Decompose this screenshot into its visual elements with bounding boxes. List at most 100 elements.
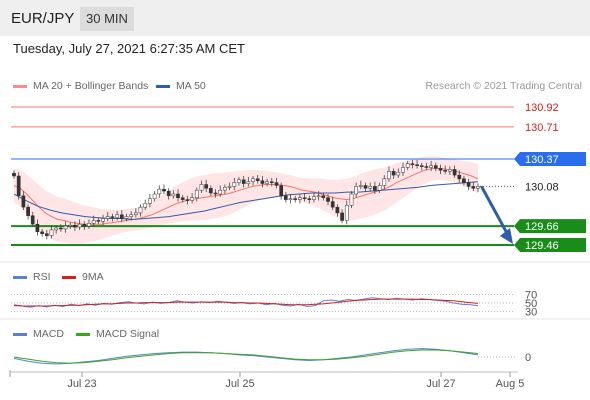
- candle-body: [115, 214, 119, 218]
- forecast-arrow-shaft: [480, 185, 510, 237]
- candle-body: [307, 198, 312, 200]
- candle-body: [91, 220, 96, 224]
- price-label-129.66: 129.66: [514, 219, 586, 234]
- price-label-text: 130.92: [525, 102, 559, 114]
- candle-body: [227, 186, 232, 188]
- candle-body: [199, 184, 204, 191]
- candle-body: [274, 182, 279, 186]
- candle-body: [340, 212, 344, 221]
- candle-body: [190, 197, 194, 201]
- price-label-129.46: 129.46: [514, 238, 586, 252]
- candle-body: [452, 169, 457, 176]
- candle-body: [424, 166, 429, 168]
- candle-body: [82, 223, 87, 227]
- candle-body: [204, 184, 209, 189]
- candle-body: [30, 215, 35, 225]
- candle-body: [429, 165, 433, 168]
- rsi-tick-label: 30: [525, 307, 537, 319]
- candle-body: [171, 193, 176, 197]
- price-label-130.71: 130.71: [525, 122, 559, 134]
- candle-body: [448, 169, 452, 172]
- candle-body: [44, 233, 49, 236]
- candle-body: [363, 185, 368, 189]
- x-tick-label: Jul 27: [426, 378, 455, 390]
- candle-body: [63, 225, 68, 230]
- x-tick-label: Jul 23: [67, 378, 96, 390]
- candle-body: [387, 171, 391, 180]
- price-label-130.37: 130.37: [514, 151, 586, 166]
- candle-body: [246, 181, 251, 184]
- candle-body: [293, 198, 298, 200]
- candle-body: [438, 168, 443, 171]
- candle-body: [349, 193, 354, 206]
- price-label-130.08: 130.08: [525, 181, 559, 193]
- candle-body: [73, 224, 77, 228]
- candle-body: [312, 196, 316, 200]
- candle-body: [368, 186, 373, 189]
- x-tick-label: Aug 5: [496, 378, 525, 390]
- candle-body: [410, 163, 415, 165]
- candle-body: [457, 174, 462, 180]
- candle-body: [415, 164, 419, 166]
- candle-body: [302, 197, 307, 199]
- candle-body: [68, 224, 73, 227]
- candle-body: [255, 178, 260, 181]
- candle-body: [471, 186, 476, 189]
- bollinger-band: [14, 156, 478, 244]
- price-label-text: 129.46: [525, 240, 559, 252]
- price-label-text: 129.66: [525, 221, 559, 233]
- candle-body: [223, 187, 227, 191]
- price-label-130.92: 130.92: [525, 102, 559, 114]
- candle-body: [166, 190, 171, 197]
- candle-body: [77, 223, 82, 228]
- candle-body: [344, 205, 349, 221]
- candle-body: [124, 216, 129, 219]
- candle-body: [316, 195, 321, 198]
- price-label-text: 130.71: [525, 122, 559, 134]
- candle-body: [194, 189, 199, 199]
- candle-body: [110, 216, 115, 218]
- candle-body: [162, 188, 166, 192]
- candle-body: [321, 195, 326, 198]
- candle-body: [180, 197, 185, 200]
- candle-body: [265, 181, 269, 184]
- candle-body: [40, 231, 44, 234]
- candle-body: [213, 192, 218, 195]
- candle-body: [157, 188, 162, 195]
- candle-body: [26, 206, 30, 216]
- candle-body: [134, 212, 138, 216]
- candle-body: [49, 229, 54, 236]
- candle-body: [101, 218, 105, 222]
- candle-body: [251, 178, 255, 182]
- candle-body: [419, 165, 424, 167]
- candle-body: [330, 201, 335, 208]
- candle-body: [401, 167, 405, 173]
- candle-body: [35, 223, 40, 233]
- candle-body: [279, 185, 284, 197]
- candle-body: [288, 198, 293, 200]
- candle-body: [119, 214, 124, 219]
- candle-body: [269, 181, 274, 183]
- macd-series-1: [13, 349, 479, 364]
- candle-body: [433, 165, 438, 169]
- price-label-text: 130.08: [525, 181, 559, 193]
- candle-body: [358, 185, 363, 187]
- candle-body: [105, 216, 110, 219]
- candle-body: [391, 171, 396, 176]
- candle-body: [396, 171, 401, 176]
- candle-body: [16, 175, 21, 197]
- candle-body: [87, 223, 91, 227]
- candle-body: [21, 195, 26, 208]
- candle-body: [218, 189, 223, 195]
- candle-body: [138, 206, 143, 214]
- candle-body: [176, 193, 180, 199]
- candle-body: [373, 186, 377, 191]
- candle-body: [354, 186, 358, 195]
- price-label-text: 130.37: [525, 154, 559, 166]
- candle-body: [476, 186, 480, 189]
- macd-tick-label: 0: [525, 352, 531, 364]
- candle-body: [12, 172, 16, 177]
- candle-body: [335, 206, 340, 214]
- candle-body: [298, 197, 302, 200]
- candle-body: [208, 188, 213, 194]
